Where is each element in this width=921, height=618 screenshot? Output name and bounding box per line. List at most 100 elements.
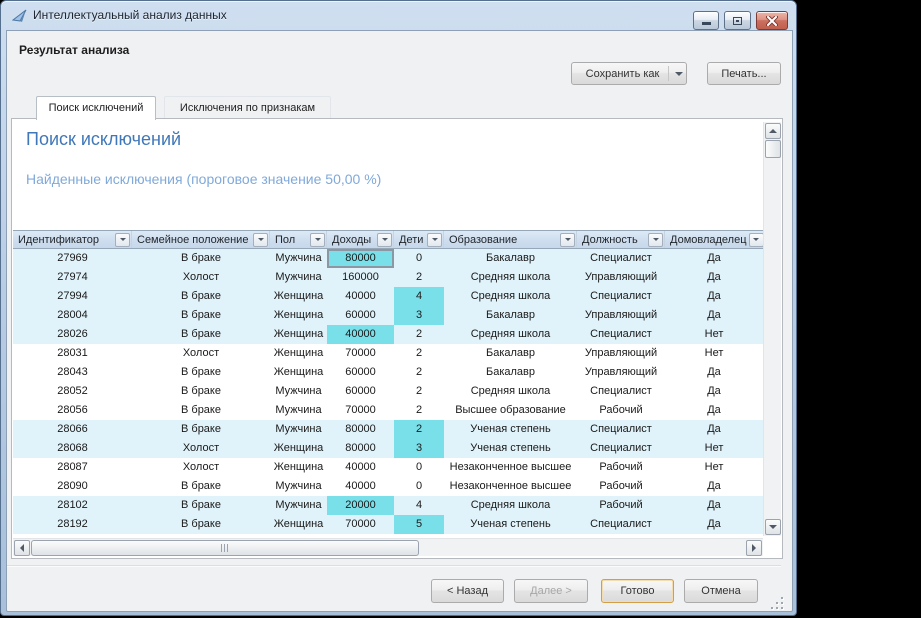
table-cell[interactable]: 2 [394,401,444,420]
table-cell[interactable]: Женщина [270,306,327,325]
table-cell[interactable]: 60000 [327,363,394,382]
table-cell[interactable]: 60000 [327,306,394,325]
column-filter-button[interactable] [648,233,663,247]
table-cell[interactable]: Средняя школа [444,496,577,515]
table-cell[interactable]: Нет [665,344,763,363]
table-cell[interactable]: Управляющий [577,268,665,287]
table-cell[interactable]: Рабочий [577,458,665,477]
table-cell[interactable]: Да [665,420,763,439]
table-cell[interactable]: 40000 [327,287,394,306]
table-cell[interactable]: Незаконченное высшее [444,477,577,496]
table-cell[interactable]: Женщина [270,363,327,382]
column-filter-button[interactable] [310,233,325,247]
back-button[interactable]: < Назад [431,579,504,603]
table-cell[interactable]: 80000 [327,439,394,458]
table-cell[interactable]: Женщина [270,458,327,477]
table-cell[interactable]: 40000 [327,477,394,496]
table-cell[interactable]: Женщина [270,344,327,363]
save-as-dropdown[interactable] [672,63,686,84]
table-cell[interactable]: 28192 [13,515,132,534]
table-cell[interactable]: Холост [132,458,270,477]
table-cell[interactable]: 27969 [13,249,132,268]
tab-exceptions-by-attributes[interactable]: Исключения по признакам [164,96,331,119]
column-filter-button[interactable] [253,233,268,247]
minimize-button[interactable] [693,11,719,30]
table-cell[interactable]: Да [665,515,763,534]
table-cell[interactable]: 2 [394,344,444,363]
table-cell[interactable]: Мужчина [270,401,327,420]
table-cell[interactable]: Нет [665,325,763,344]
table-cell[interactable]: Управляющий [577,306,665,325]
table-cell[interactable]: Мужчина [270,382,327,401]
table-cell[interactable]: Средняя школа [444,325,577,344]
horizontal-scrollbar[interactable] [13,538,763,556]
save-as-button[interactable]: Сохранить как [571,62,687,85]
table-cell[interactable]: В браке [132,515,270,534]
close-button[interactable] [756,11,788,30]
scroll-right-button[interactable] [746,540,762,556]
column-filter-button[interactable] [115,233,130,247]
table-cell[interactable]: В браке [132,401,270,420]
table-cell[interactable]: Да [665,382,763,401]
table-cell[interactable]: Женщина [270,439,327,458]
table-cell[interactable]: 28102 [13,496,132,515]
table-cell[interactable]: Высшее образование [444,401,577,420]
table-cell[interactable]: Да [665,363,763,382]
column-filter-button[interactable] [749,233,763,247]
scroll-up-button[interactable] [765,123,781,139]
table-cell[interactable]: Бакалавр [444,344,577,363]
table-cell[interactable]: Управляющий [577,363,665,382]
table-cell[interactable]: 160000 [327,268,394,287]
table-cell[interactable]: Холост [132,439,270,458]
titlebar[interactable]: Интеллектуальный анализ данных [1,1,796,30]
table-cell[interactable]: 28090 [13,477,132,496]
table-cell[interactable]: 80000 [327,420,394,439]
maximize-button[interactable] [724,11,751,30]
table-cell[interactable]: Бакалавр [444,363,577,382]
table-cell[interactable]: Бакалавр [444,249,577,268]
table-cell[interactable]: 28068 [13,439,132,458]
table-cell[interactable]: Специалист [577,249,665,268]
table-cell[interactable]: 5 [394,515,444,534]
table-cell[interactable]: 2 [394,363,444,382]
table-cell[interactable]: В браке [132,306,270,325]
table-cell[interactable]: Рабочий [577,477,665,496]
table-cell[interactable]: 70000 [327,344,394,363]
table-cell[interactable]: 28026 [13,325,132,344]
resize-grip[interactable] [771,597,785,610]
table-cell[interactable]: 70000 [327,401,394,420]
table-cell[interactable]: Специалист [577,420,665,439]
table-cell[interactable]: 28004 [13,306,132,325]
table-cell[interactable]: Холост [132,344,270,363]
cancel-button[interactable]: Отмена [684,579,758,603]
table-cell[interactable]: 2 [394,268,444,287]
table-cell[interactable]: 60000 [327,382,394,401]
table-cell[interactable]: В браке [132,496,270,515]
table-cell[interactable]: Да [665,249,763,268]
tab-outlier-search[interactable]: Поиск исключений [36,96,156,120]
table-cell[interactable]: 28052 [13,382,132,401]
table-cell[interactable]: 2 [394,382,444,401]
table-cell[interactable]: Женщина [270,515,327,534]
table-cell[interactable]: 27994 [13,287,132,306]
print-button[interactable]: Печать... [707,62,781,85]
scroll-left-button[interactable] [14,540,30,556]
table-cell[interactable]: Средняя школа [444,287,577,306]
table-cell[interactable]: Ученая степень [444,420,577,439]
table-cell[interactable]: В браке [132,420,270,439]
table-cell[interactable]: 4 [394,496,444,515]
table-cell[interactable]: Средняя школа [444,382,577,401]
table-cell[interactable]: 28087 [13,458,132,477]
table-cell[interactable]: 40000 [327,325,394,344]
table-cell[interactable]: Женщина [270,287,327,306]
table-cell[interactable]: 2 [394,325,444,344]
table-cell[interactable]: 28031 [13,344,132,363]
horizontal-scrollbar-thumb[interactable] [31,540,419,556]
table-cell[interactable]: Да [665,496,763,515]
table-cell[interactable]: Женщина [270,325,327,344]
vertical-scrollbar-thumb[interactable] [765,140,781,158]
table-cell[interactable]: Специалист [577,439,665,458]
table-cell[interactable]: 27974 [13,268,132,287]
table-cell[interactable]: Бакалавр [444,306,577,325]
table-cell[interactable]: 40000 [327,458,394,477]
